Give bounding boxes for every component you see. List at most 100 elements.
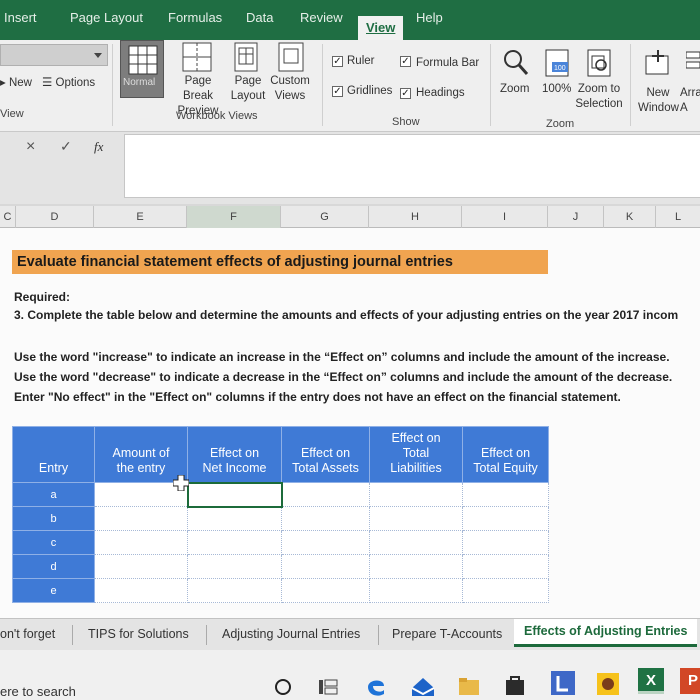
- total-assets-cell[interactable]: [281, 506, 370, 531]
- zoom-button[interactable]: Zoom: [500, 82, 529, 97]
- options-button[interactable]: ☰ Options: [42, 76, 95, 91]
- taskbar: ere to search X P: [0, 650, 700, 700]
- total-liabilities-cell[interactable]: [369, 482, 463, 507]
- gridlines-checkbox[interactable]: ✓: [332, 86, 343, 97]
- taskbar-search-box[interactable]: ere to search: [0, 684, 76, 699]
- tab-formulas[interactable]: Formulas: [168, 10, 222, 25]
- divider: [378, 625, 379, 645]
- formula-bar-checkbox[interactable]: ✓: [400, 56, 411, 67]
- column-header-f[interactable]: F: [187, 206, 281, 228]
- column-header-e[interactable]: E: [94, 206, 187, 228]
- custom-views-icon: [278, 42, 304, 72]
- net-income-cell[interactable]: [186, 481, 283, 508]
- cortana-icon[interactable]: [274, 678, 292, 696]
- total-equity-cell[interactable]: [462, 554, 549, 579]
- tab-review[interactable]: Review: [300, 10, 343, 25]
- table-header-row: Entry Amount of the entry Effect on Net In…: [12, 426, 549, 483]
- insert-function-icon[interactable]: fx: [94, 139, 103, 155]
- amount-cell[interactable]: [94, 530, 188, 555]
- zoom-100-button[interactable]: 100%: [542, 82, 571, 97]
- store-icon[interactable]: [504, 674, 526, 696]
- sheet-tab-tips[interactable]: TIPS for Solutions: [88, 627, 189, 641]
- app-icon[interactable]: [550, 670, 576, 696]
- sheet-tab-adjusting-journal-entries[interactable]: Adjusting Journal Entries: [222, 627, 360, 641]
- ribbon-tab-bar: Insert Page Layout Formulas Data Review …: [0, 0, 700, 40]
- tab-page-layout[interactable]: Page Layout: [70, 10, 143, 25]
- page-break-preview-icon: [182, 42, 212, 72]
- table-row: d: [12, 554, 549, 579]
- net-income-cell[interactable]: [187, 506, 282, 531]
- zoom-to-selection-button[interactable]: Zoom to Selection: [574, 82, 624, 112]
- file-explorer-icon[interactable]: [458, 676, 480, 696]
- table-row: e: [12, 578, 549, 603]
- custom-views-button[interactable]: Custom Views: [270, 74, 310, 104]
- header-total-liabilities: Effect on Total Liabilities: [369, 426, 463, 483]
- excel-icon[interactable]: X: [638, 668, 664, 694]
- total-assets-cell[interactable]: [281, 482, 370, 507]
- task-view-icon[interactable]: [318, 678, 338, 696]
- total-equity-cell[interactable]: [462, 506, 549, 531]
- normal-view-button[interactable]: Normal: [120, 40, 164, 98]
- column-header-d[interactable]: D: [16, 206, 94, 228]
- total-assets-cell[interactable]: [281, 578, 370, 603]
- sheet-tab-bar: on't forget TIPS for Solutions Adjusting…: [0, 618, 700, 650]
- table-row: b: [12, 506, 549, 531]
- total-assets-cell[interactable]: [281, 554, 370, 579]
- tab-help[interactable]: Help: [416, 10, 443, 25]
- edge-browser-icon[interactable]: [364, 674, 388, 698]
- sheet-tab-dont-forget[interactable]: on't forget: [0, 627, 55, 641]
- mail-icon[interactable]: [410, 676, 436, 698]
- divider: [490, 44, 491, 126]
- sheet-tab-effects-of-adjusting-entries[interactable]: Effects of Adjusting Entries: [514, 619, 698, 647]
- new-sheet-view-button[interactable]: ▸ New: [0, 76, 32, 91]
- column-header-h[interactable]: H: [369, 206, 462, 228]
- column-header-k[interactable]: K: [604, 206, 656, 228]
- column-header-l[interactable]: L: [656, 206, 700, 228]
- column-header-j[interactable]: J: [548, 206, 604, 228]
- total-equity-cell[interactable]: [462, 578, 549, 603]
- cancel-icon[interactable]: ×: [26, 138, 35, 156]
- amount-cell[interactable]: [94, 506, 188, 531]
- total-liabilities-cell[interactable]: [369, 554, 463, 579]
- divider: [72, 625, 73, 645]
- sheet-tab-prepare-t-accounts[interactable]: Prepare T-Accounts: [392, 627, 502, 641]
- amount-cell[interactable]: [94, 554, 188, 579]
- tab-data[interactable]: Data: [246, 10, 273, 25]
- page-layout-button[interactable]: Page Layout: [228, 74, 268, 104]
- media-app-icon[interactable]: [596, 672, 620, 696]
- net-income-cell[interactable]: [187, 530, 282, 555]
- amount-cell[interactable]: [94, 578, 188, 603]
- sheet-title-bar: Evaluate financial statement effects of …: [12, 250, 548, 274]
- sheet-title: Evaluate financial statement effects of …: [17, 254, 453, 270]
- cell-select-cursor-icon: [173, 475, 189, 491]
- total-liabilities-cell[interactable]: [369, 530, 463, 555]
- total-assets-cell[interactable]: [281, 530, 370, 555]
- total-liabilities-cell[interactable]: [369, 578, 463, 603]
- ruler-label: Ruler: [347, 55, 375, 67]
- list-icon: ☰: [42, 77, 53, 89]
- total-equity-cell[interactable]: [462, 530, 549, 555]
- total-liabilities-cell[interactable]: [369, 506, 463, 531]
- arrange-all-button[interactable]: Arra A: [680, 86, 700, 116]
- powerpoint-icon[interactable]: P: [680, 668, 700, 694]
- tab-view[interactable]: View: [358, 16, 404, 40]
- sheet-view-dropdown[interactable]: [0, 44, 108, 66]
- column-header-g[interactable]: G: [281, 206, 369, 228]
- worksheet: Evaluate financial statement effects of …: [0, 228, 700, 618]
- table-row: c: [12, 530, 549, 555]
- total-equity-cell[interactable]: [462, 482, 549, 507]
- divider: [206, 625, 207, 645]
- enter-icon[interactable]: ✓: [60, 138, 72, 155]
- new-window-button[interactable]: New Window: [638, 86, 679, 116]
- column-header-i[interactable]: I: [462, 206, 548, 228]
- entry-label: a: [12, 482, 95, 507]
- column-header-c[interactable]: C: [0, 206, 16, 228]
- headings-checkbox[interactable]: ✓: [400, 88, 411, 99]
- effects-table: Entry Amount of the entry Effect on Net In…: [12, 426, 549, 603]
- ruler-checkbox[interactable]: ✓: [332, 56, 343, 67]
- formula-input[interactable]: [124, 134, 700, 198]
- net-income-cell[interactable]: [187, 578, 282, 603]
- gridlines-label: Gridlines: [347, 85, 393, 97]
- tab-insert[interactable]: Insert: [4, 10, 37, 25]
- net-income-cell[interactable]: [187, 554, 282, 579]
